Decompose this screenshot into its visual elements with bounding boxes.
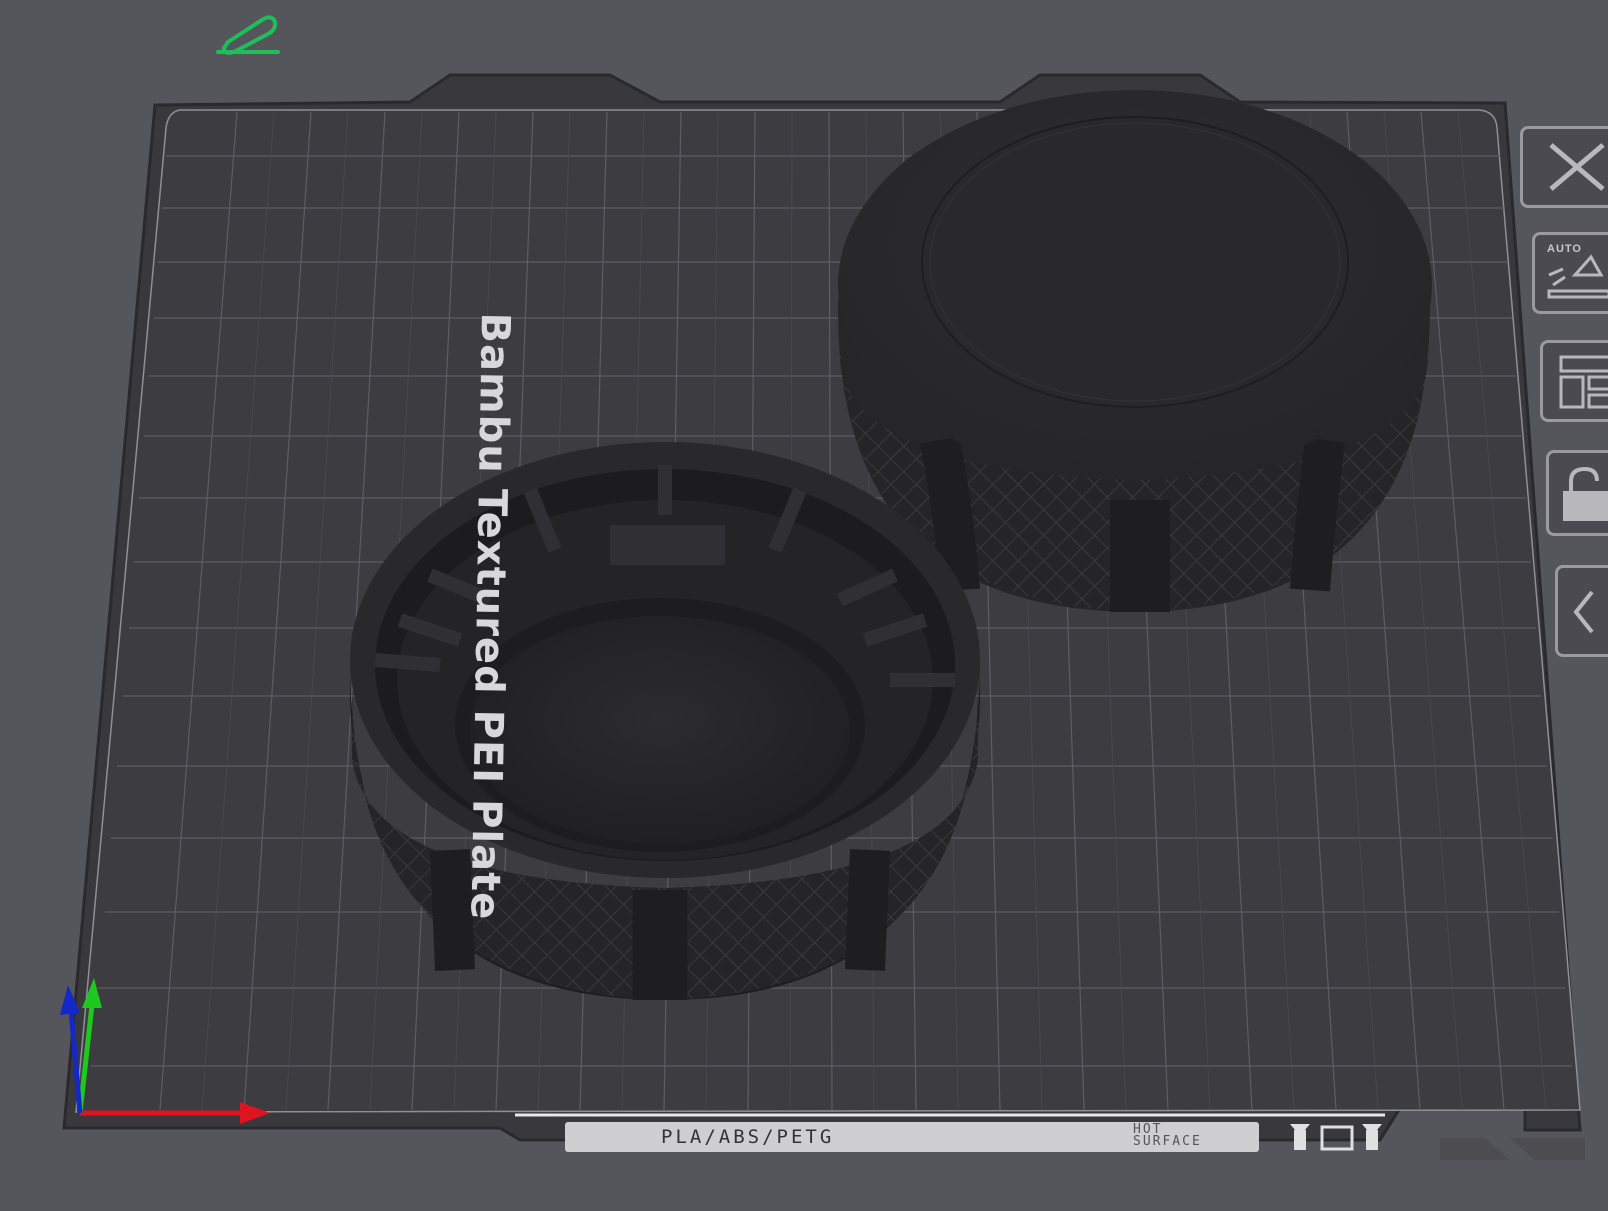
object-knurled-cap-closed[interactable] — [838, 90, 1432, 612]
collapse-button[interactable] — [1555, 565, 1608, 657]
arrange-button[interactable] — [1540, 340, 1608, 422]
collapse-icon — [1573, 590, 1594, 634]
close-icon — [1549, 143, 1605, 191]
3d-viewport[interactable]: Bambu Textured PEI Plate PLA/ABS/PETG HO… — [0, 0, 1608, 1206]
object-knurled-cap-open[interactable] — [350, 442, 980, 1000]
hot-surface-label: HOT SURFACE — [1133, 1122, 1202, 1149]
lock-icon — [1563, 466, 1608, 521]
pencil-icon[interactable] — [216, 15, 280, 55]
plate-corner-tabs — [1440, 1138, 1585, 1160]
lock-button[interactable] — [1546, 450, 1608, 536]
material-label: PLA/ABS/PETG — [661, 1126, 835, 1148]
material-strip: PLA/ABS/PETG HOT SURFACE — [565, 1122, 1259, 1152]
auto-orient-icon — [1547, 254, 1608, 299]
arrange-icon — [1559, 355, 1608, 409]
close-button[interactable] — [1520, 126, 1608, 208]
auto-orient-button[interactable]: AUTO — [1532, 232, 1608, 314]
